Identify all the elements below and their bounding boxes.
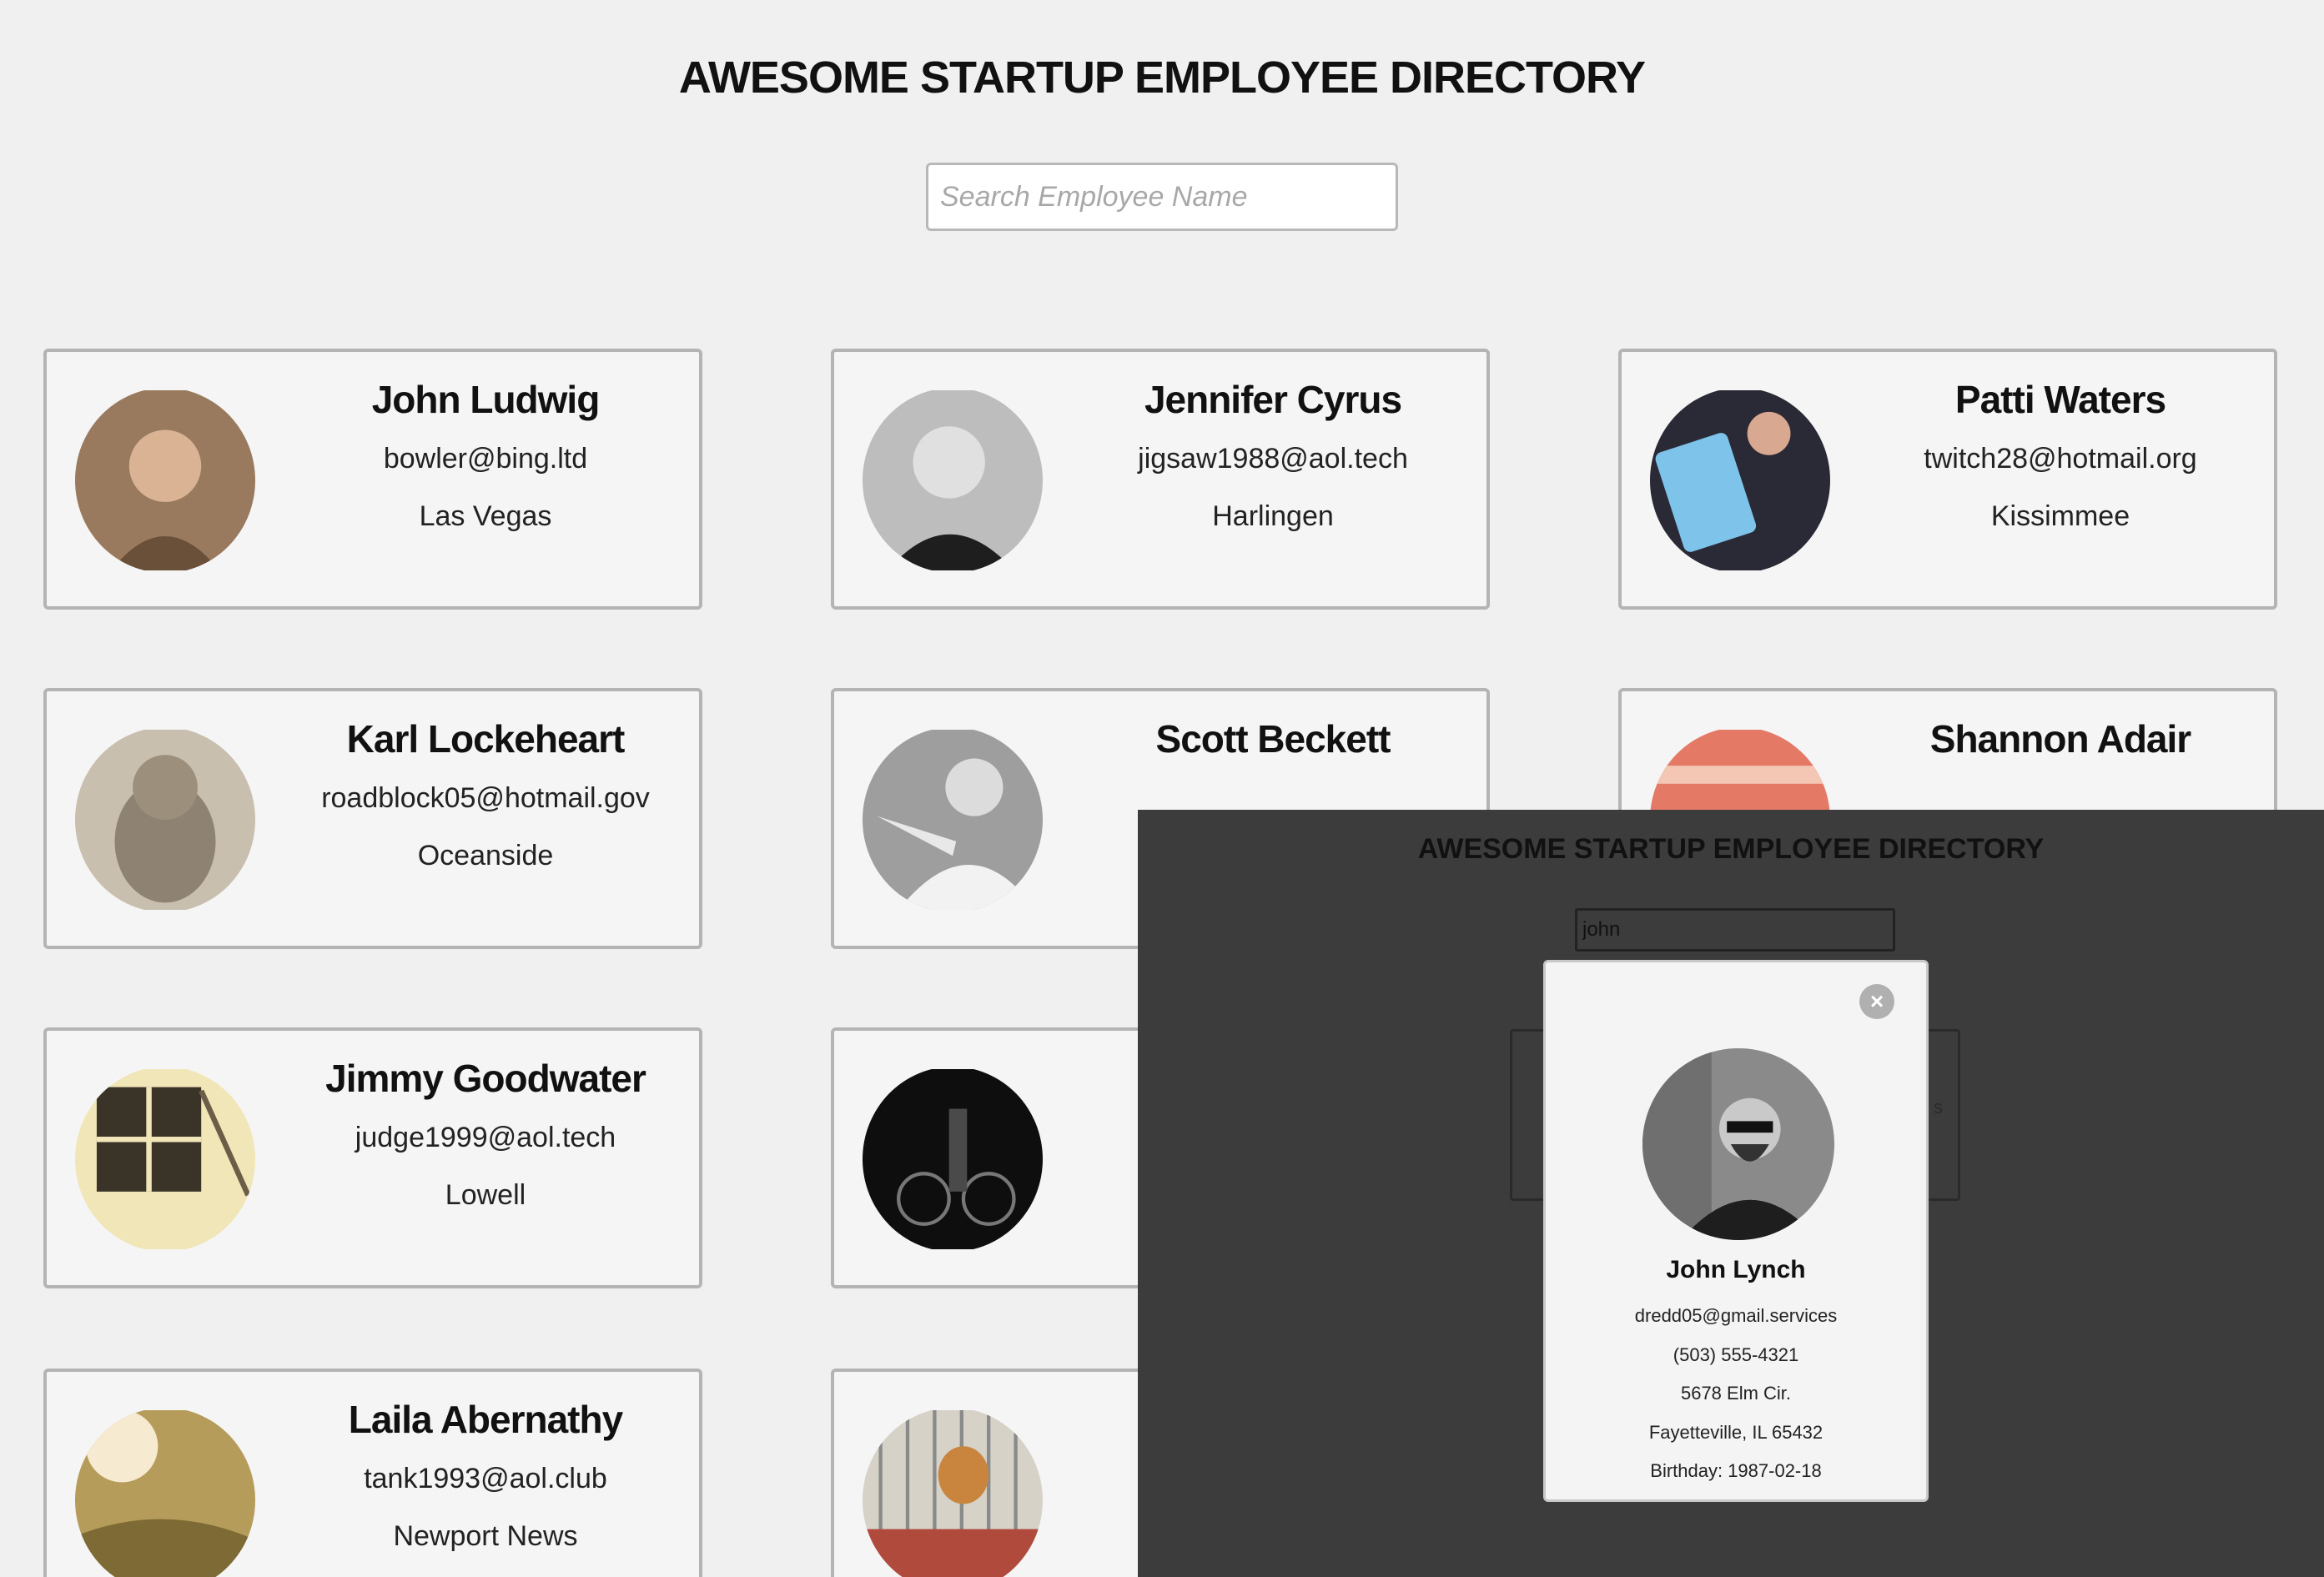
employee-avatar <box>75 390 255 570</box>
employee-info: Jimmy Goodwater judge1999@aol.tech Lowel… <box>297 1056 674 1212</box>
employee-avatar <box>863 1069 1043 1249</box>
employee-info: John Ludwig bowler@bing.ltd Las Vegas <box>297 377 674 533</box>
employee-city: Kissimmee <box>1990 500 2130 533</box>
employee-avatar <box>75 1410 255 1577</box>
employee-info: Jennifer Cyrus jigsaw1988@aol.tech Harli… <box>1084 377 1461 533</box>
modal-employee-name: John Lynch <box>1666 1256 1806 1283</box>
employee-info: Karl Lockeheart roadblock05@hotmail.gov … <box>297 716 674 872</box>
employee-name: Laila Abernathy <box>348 1398 623 1441</box>
employee-name: Shannon Adair <box>1929 717 2191 761</box>
employee-city: Las Vegas <box>419 500 552 533</box>
employee-email: bowler@bing.ltd <box>383 443 588 475</box>
employee-card[interactable]: Patti Waters twitch28@hotmail.org Kissim… <box>1618 349 2277 610</box>
employee-card[interactable]: Jimmy Goodwater judge1999@aol.tech Lowel… <box>43 1027 702 1288</box>
employee-email: jigsaw1988@aol.tech <box>1138 443 1408 475</box>
employee-avatar <box>863 390 1043 570</box>
modal-birthday: Birthday: 1987-02-18 <box>1650 1460 1822 1481</box>
background-card-text: s <box>1934 1097 1943 1117</box>
employee-city: Oceanside <box>417 840 554 872</box>
employee-card[interactable]: Laila Abernathy tank1993@aol.club Newpor… <box>43 1369 702 1577</box>
employee-card[interactable]: John Ludwig bowler@bing.ltd Las Vegas <box>43 349 702 610</box>
employee-card[interactable]: Jennifer Cyrus jigsaw1988@aol.tech Harli… <box>831 349 1490 610</box>
employee-email: judge1999@aol.tech <box>355 1122 616 1154</box>
employee-avatar <box>75 1069 255 1249</box>
search-input[interactable] <box>926 163 1398 231</box>
overlay-page-title: AWESOME STARTUP EMPLOYEE DIRECTORY <box>1417 833 2045 865</box>
employee-name: John Ludwig <box>371 378 601 421</box>
employee-avatar <box>863 1410 1043 1577</box>
modal-street: 5678 Elm Cir. <box>1680 1383 1792 1404</box>
employee-city: Newport News <box>393 1520 578 1553</box>
employee-info: Shannon Adair <box>1872 716 2249 787</box>
modal-overlay[interactable]: AWESOME STARTUP EMPLOYEE DIRECTORY s × J… <box>1138 810 2324 1577</box>
employee-city: Harlingen <box>1212 500 1334 533</box>
employee-city: Lowell <box>445 1179 526 1212</box>
employee-email: twitch28@hotmail.org <box>1924 443 2197 475</box>
employee-email: tank1993@aol.club <box>364 1463 607 1495</box>
employee-avatar <box>863 730 1043 910</box>
modal-avatar <box>1642 1048 1834 1240</box>
overlay-search-input[interactable] <box>1575 908 1895 952</box>
modal-city-state-zip: Fayetteville, IL 65432 <box>1648 1422 1823 1443</box>
employee-avatar <box>1650 390 1830 570</box>
employee-modal: × John Lynch dredd05@gmail.services (503… <box>1543 960 1929 1502</box>
employee-info: Scott Beckett <box>1084 716 1461 787</box>
employee-name: Karl Lockeheart <box>346 717 626 761</box>
employee-name: Jennifer Cyrus <box>1144 378 1402 421</box>
page-title: AWESOME STARTUP EMPLOYEE DIRECTORY <box>678 53 1646 103</box>
employee-info: Patti Waters twitch28@hotmail.org Kissim… <box>1872 377 2249 533</box>
employee-name: Scott Beckett <box>1155 717 1391 761</box>
employee-name: Patti Waters <box>1954 378 2166 421</box>
employee-name: Jimmy Goodwater <box>325 1057 646 1100</box>
employee-info: Laila Abernathy tank1993@aol.club Newpor… <box>297 1397 674 1553</box>
close-icon[interactable]: × <box>1859 984 1894 1019</box>
employee-card[interactable]: Karl Lockeheart roadblock05@hotmail.gov … <box>43 688 702 949</box>
modal-phone: (503) 555-4321 <box>1673 1344 1799 1365</box>
employee-avatar <box>75 730 255 910</box>
employee-email: roadblock05@hotmail.gov <box>321 782 650 815</box>
modal-email: dredd05@gmail.services <box>1634 1305 1838 1326</box>
